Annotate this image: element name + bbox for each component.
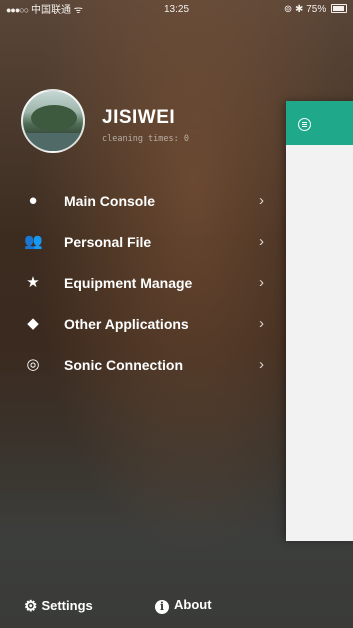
menu-item-sonic-connection[interactable]: ◎ Sonic Connection ›: [0, 346, 285, 387]
side-menu-screen: ●●●○○ 中国联通 ᯤ 13:25 ⊚ ✱ 75% JISIWEI clean…: [0, 0, 353, 628]
chevron-right-icon: ›: [259, 274, 264, 291]
info-icon: i: [155, 600, 169, 614]
cleaning-times: cleaning times: 0: [102, 134, 189, 144]
main-content-header: [286, 101, 353, 145]
gear-icon: ⚙: [24, 598, 38, 615]
about-button[interactable]: i About: [155, 597, 212, 614]
menu-item-equipment-manage[interactable]: ★ Equipment Manage ›: [0, 264, 285, 305]
chevron-right-icon: ›: [259, 315, 264, 332]
menu-item-label: Personal File: [64, 234, 152, 250]
menu-item-label: Other Applications: [64, 316, 189, 332]
person-icon: 👥: [24, 233, 43, 250]
settings-button[interactable]: ⚙ Settings: [24, 597, 93, 615]
user-name: JISIWEI: [102, 107, 176, 128]
menu-item-other-applications[interactable]: ◆ Other Applications ›: [0, 305, 285, 346]
main-content-panel[interactable]: [286, 101, 353, 541]
menu-item-main-console[interactable]: ● Main Console ›: [0, 182, 285, 223]
about-label: About: [174, 597, 212, 612]
menu-item-label: Equipment Manage: [64, 275, 193, 291]
console-icon: ●: [28, 192, 38, 209]
chevron-right-icon: ›: [259, 356, 264, 373]
sonic-icon: ◎: [26, 356, 40, 373]
menu-item-label: Sonic Connection: [64, 357, 183, 373]
battery-icon: [331, 4, 347, 13]
status-right: ⊚ ✱ 75%: [284, 0, 347, 20]
avatar[interactable]: [21, 89, 85, 153]
chevron-right-icon: ›: [259, 233, 264, 250]
menu-toggle-icon[interactable]: [298, 118, 311, 131]
menu-item-label: Main Console: [64, 193, 156, 209]
star-icon: ★: [26, 274, 40, 291]
chevron-right-icon: ›: [259, 192, 264, 209]
battery-percent: 75%: [306, 4, 327, 15]
status-bar: ●●●○○ 中国联通 ᯤ 13:25 ⊚ ✱ 75%: [0, 0, 353, 20]
alarm-icon: ⊚: [283, 4, 293, 15]
bluetooth-icon: ✱: [295, 4, 304, 15]
settings-label: Settings: [41, 598, 93, 613]
cube-icon: ◆: [27, 315, 39, 332]
side-menu: ● Main Console › 👥 Personal File › ★ Equ…: [0, 182, 285, 387]
menu-item-personal-file[interactable]: 👥 Personal File ›: [0, 223, 285, 264]
